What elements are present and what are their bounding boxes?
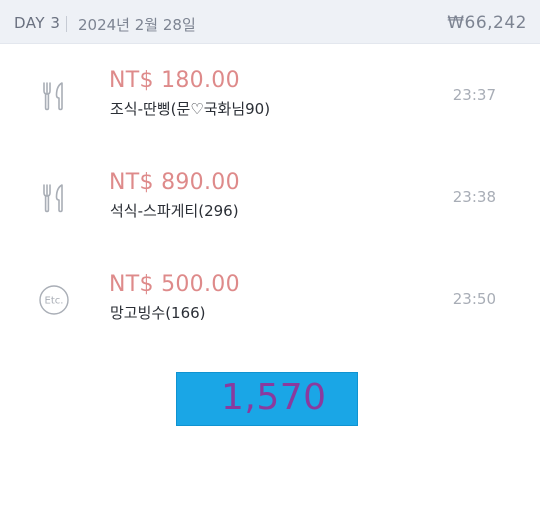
fork-knife-icon (37, 78, 73, 114)
expense-time: 23:50 (452, 290, 496, 308)
day-label: DAY 3 (14, 14, 61, 32)
expense-amount: NT$ 500.00 (109, 272, 240, 297)
day-total: ₩66,242 (447, 13, 527, 33)
expense-row[interactable]: NT$ 180.00 조식-딴삥(문♡국화님90) 23:37 (0, 60, 540, 140)
day-date: 2024년 2월 28일 (78, 16, 196, 34)
expense-memo: 망고빙수(166) (110, 304, 206, 322)
etc-icon: Etc. (37, 282, 73, 318)
expense-memo: 석식-스파게티(296) (110, 202, 239, 220)
expense-amount: NT$ 890.00 (109, 170, 240, 195)
etc-icon-text: Etc. (45, 296, 64, 307)
expense-time: 23:38 (452, 188, 496, 206)
expense-amount: NT$ 180.00 (109, 68, 240, 93)
expense-row[interactable]: NT$ 890.00 석식-스파게티(296) 23:38 (0, 162, 540, 242)
sum-overlay: 1,570 (176, 372, 358, 426)
sum-value: 1,570 (221, 377, 327, 418)
day-header: DAY 3 2024년 2월 28일 ₩66,242 (0, 0, 540, 44)
expense-memo: 조식-딴삥(문♡국화님90) (110, 100, 271, 118)
header-divider (66, 16, 67, 32)
expense-time: 23:37 (452, 86, 496, 104)
expense-row[interactable]: Etc. NT$ 500.00 망고빙수(166) 23:50 (0, 264, 540, 344)
fork-knife-icon (37, 180, 73, 216)
